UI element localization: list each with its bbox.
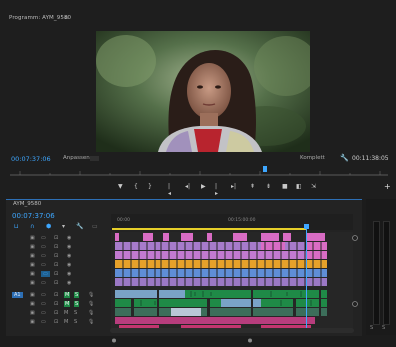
video-frame	[96, 31, 310, 152]
microphone-icon[interactable]: 🎙	[88, 301, 94, 307]
portrait-image	[96, 31, 310, 152]
solo-icon[interactable]: S	[74, 319, 77, 325]
zoom-fit-select[interactable]: Anpassen	[63, 155, 90, 161]
wrench-icon[interactable]: 🔧	[76, 223, 83, 230]
fit-dropdown[interactable]	[90, 156, 99, 161]
lock-icon[interactable]: ▣	[30, 280, 35, 286]
toggle-output-icon[interactable]: ⊡	[54, 310, 58, 316]
track-zoom-scroll[interactable]	[352, 232, 358, 324]
snap-icon[interactable]: ⊔	[14, 223, 19, 230]
solo-icon[interactable]: S	[74, 310, 77, 316]
playback-quality-select[interactable]: Komplett	[300, 155, 325, 161]
in-point-icon[interactable]: {	[134, 183, 138, 190]
current-timecode[interactable]: 00:07:37:06	[11, 155, 51, 163]
mute-icon[interactable]: M	[64, 319, 68, 325]
ruler-label-start: 00:00	[117, 218, 130, 223]
sync-lock-icon[interactable]: ▭	[41, 280, 46, 286]
eye-icon[interactable]: ◉	[67, 253, 71, 259]
monitor-playhead[interactable]	[263, 166, 267, 172]
eye-icon[interactable]: ◉	[67, 271, 71, 277]
toggle-output-icon[interactable]: ⊡	[54, 280, 58, 286]
sync-lock-icon[interactable]: ▭	[41, 244, 46, 250]
eye-icon[interactable]: ◉	[67, 262, 71, 268]
timeline-timecode[interactable]: 00:07:37:06	[12, 212, 55, 220]
go-to-out-icon[interactable]: ▸|	[231, 183, 236, 190]
toggle-output-icon[interactable]: ⊡	[54, 262, 58, 268]
add-marker-icon[interactable]: ⬢	[46, 223, 51, 230]
lock-icon[interactable]: ▣	[30, 310, 35, 316]
sync-lock-icon[interactable]: ▭	[41, 262, 46, 268]
toggle-output-icon[interactable]: ⊡	[54, 301, 58, 307]
lock-icon[interactable]: ▣	[30, 292, 35, 298]
trim-icon[interactable]: ⇲	[311, 183, 316, 190]
marker-flag-icon[interactable]: ▾	[62, 223, 65, 230]
sync-lock-icon[interactable]: ▭	[41, 319, 46, 325]
sync-lock-icon[interactable]: ▭	[41, 301, 46, 307]
toggle-output-icon[interactable]: ⊡	[54, 235, 58, 241]
step-back-icon[interactable]: ◂|	[185, 183, 190, 190]
source-patch-a1[interactable]: A1	[12, 292, 23, 298]
track-a4-clips[interactable]	[115, 317, 315, 324]
go-to-in-icon[interactable]: |◂	[168, 183, 171, 197]
eye-icon[interactable]: ◉	[67, 235, 71, 241]
toggle-output-icon[interactable]: ⊡	[54, 292, 58, 298]
monitor-time-ruler[interactable]	[10, 168, 388, 178]
eye-icon[interactable]: ◉	[67, 244, 71, 250]
sync-lock-icon[interactable]: ▭	[41, 292, 46, 298]
lock-icon[interactable]: ▣	[30, 262, 35, 268]
lock-icon[interactable]: ▣	[30, 271, 35, 277]
wrench-icon[interactable]: 🔧	[340, 154, 349, 162]
eye-icon[interactable]: ◉	[67, 280, 71, 286]
extract-icon[interactable]: ⇟	[266, 183, 271, 190]
meter-right	[383, 221, 390, 325]
sync-lock-icon[interactable]: ▭	[41, 310, 46, 316]
play-icon[interactable]: ▶	[201, 183, 206, 190]
export-frame-icon[interactable]: ■	[282, 183, 288, 190]
panel-menu-icon[interactable]: ≡	[64, 14, 69, 21]
solo-right-button[interactable]: S	[382, 325, 385, 331]
mute-icon[interactable]: M	[64, 292, 71, 298]
solo-icon[interactable]: S	[74, 292, 80, 298]
mute-icon[interactable]: M	[64, 310, 68, 316]
clip-canvas	[111, 232, 353, 332]
lock-icon[interactable]: ▣	[30, 244, 35, 250]
marker-icon[interactable]: ▼	[118, 183, 123, 190]
sequence-tab[interactable]: AYM_9580	[13, 201, 41, 207]
track-headers: ▣ ▭ ⊡ ◉ ▣ ▭ ⊡ ◉ ▣ ▭ ⊡ ◉ ▣ ▭ ⊡ ◉ ▣ ▭ ⊡ ◉ …	[8, 233, 111, 328]
lock-icon[interactable]: ▣	[30, 253, 35, 259]
add-button[interactable]: +	[384, 182, 391, 191]
microphone-icon[interactable]: 🎙	[88, 292, 94, 298]
audio-meters	[366, 199, 396, 335]
lock-icon[interactable]: ▣	[30, 319, 35, 325]
step-forward-icon[interactable]: |▸	[215, 183, 218, 197]
ruler-label-mid: 00:15:00:00	[228, 218, 256, 223]
out-point-icon[interactable]: }	[148, 183, 152, 190]
toggle-output-icon[interactable]: ⊡	[54, 253, 58, 259]
track-target-v2[interactable]: ▭	[41, 271, 50, 277]
toggle-output-icon[interactable]: ⊡	[54, 319, 58, 325]
microphone-icon[interactable]: 🎙	[88, 310, 94, 316]
mute-icon[interactable]: M	[64, 301, 71, 307]
captions-icon[interactable]: ▭	[92, 223, 98, 230]
toggle-output-icon[interactable]: ⊡	[54, 271, 58, 277]
sync-lock-icon[interactable]: ▭	[41, 235, 46, 241]
duration-timecode: 00:11:38:05	[352, 155, 389, 162]
meter-left	[373, 221, 380, 325]
sync-lock-icon[interactable]: ▭	[41, 253, 46, 259]
toggle-output-icon[interactable]: ⊡	[54, 244, 58, 250]
work-area-bar[interactable]	[112, 228, 307, 230]
linked-selection-icon[interactable]: ∩	[30, 223, 34, 230]
solo-icon[interactable]: S	[74, 301, 80, 307]
solo-left-button[interactable]: S	[370, 325, 373, 331]
lock-icon[interactable]: ▣	[30, 301, 35, 307]
timeline-scrollbar[interactable]	[110, 328, 354, 343]
track-a1-clips[interactable]	[115, 290, 327, 298]
microphone-icon[interactable]: 🎙	[88, 319, 94, 325]
track-area[interactable]	[111, 232, 353, 332]
lock-icon[interactable]: ▣	[30, 235, 35, 241]
comparison-icon[interactable]: ◧	[296, 183, 302, 190]
timeline-playhead[interactable]	[306, 224, 307, 329]
lift-icon[interactable]: ⇞	[250, 183, 255, 190]
program-monitor-title[interactable]: Programm: AYM_9580	[9, 15, 71, 21]
